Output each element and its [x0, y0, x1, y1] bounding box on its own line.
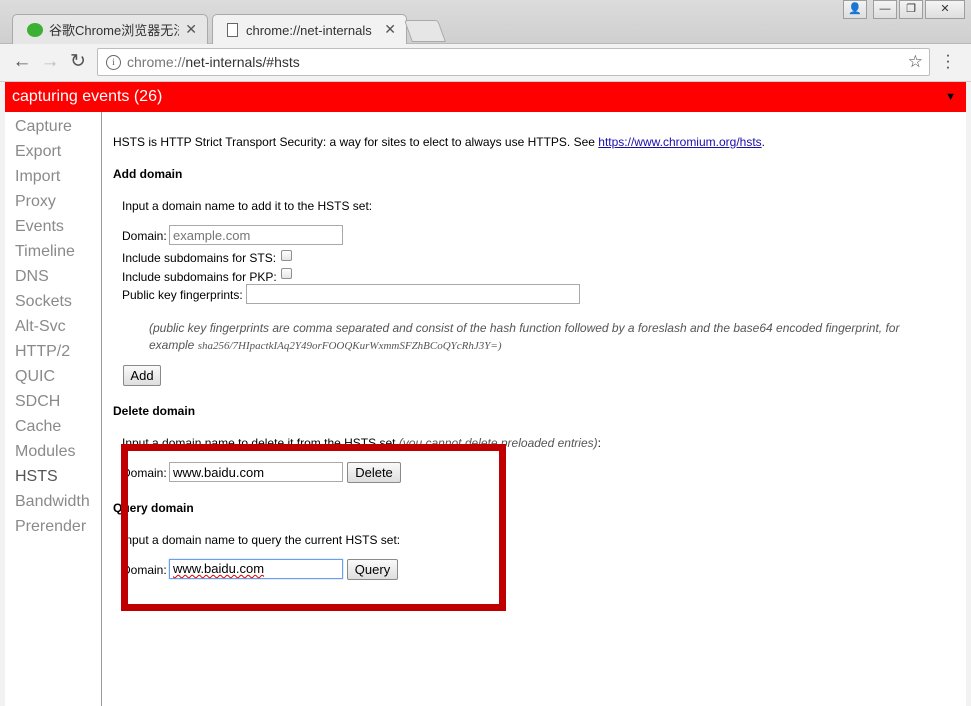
forward-icon[interactable]: → — [39, 51, 61, 73]
capture-status-bar[interactable]: capturing events (26) ▼ — [5, 82, 966, 112]
delete-domain-input[interactable] — [169, 462, 343, 482]
query-domain-label: Domain: — [122, 563, 167, 577]
chromium-hsts-link[interactable]: https://www.chromium.org/hsts — [598, 135, 761, 149]
delete-domain-instruction: Input a domain name to delete it from th… — [122, 436, 601, 450]
fingerprints-note-example: example sha256/7HIpactkIAq2Y49orFOOQKurW… — [149, 338, 502, 352]
dropdown-arrow-icon[interactable]: ▼ — [945, 82, 956, 112]
delete-domain-heading: Delete domain — [113, 404, 196, 418]
add-domain-instruction: Input a domain name to add it to the HST… — [122, 199, 373, 213]
sidebar-item-events[interactable]: Events — [15, 218, 64, 236]
tab-title: chrome://net-internals — [246, 22, 372, 38]
add-domain-input[interactable] — [169, 225, 343, 245]
fingerprints-note: (public key fingerprints are comma separ… — [149, 321, 900, 335]
wechat-icon — [27, 22, 43, 37]
add-button[interactable]: Add — [123, 365, 161, 386]
sidebar-item-bandwidth[interactable]: Bandwidth — [15, 493, 90, 511]
sidebar-item-capture[interactable]: Capture — [15, 118, 72, 136]
sidebar-item-sdch[interactable]: SDCH — [15, 393, 60, 411]
query-domain-heading: Query domain — [113, 501, 194, 515]
sidebar-item-quic[interactable]: QUIC — [15, 368, 55, 386]
add-domain-label: Domain: — [122, 229, 167, 243]
sidebar-item-import[interactable]: Import — [15, 168, 60, 186]
menu-icon[interactable]: · · · — [941, 46, 955, 75]
sidebar-item-sockets[interactable]: Sockets — [15, 293, 72, 311]
sidebar-item-timeline[interactable]: Timeline — [15, 243, 75, 261]
delete-domain-label: Domain: — [122, 466, 167, 480]
hsts-intro: HSTS is HTTP Strict Transport Security: … — [113, 135, 766, 149]
pkp-subdomains-checkbox[interactable] — [281, 268, 292, 279]
info-icon[interactable]: i — [106, 55, 121, 70]
url-text: chrome://net-internals/#hsts — [127, 54, 300, 70]
new-tab-button[interactable] — [403, 20, 447, 42]
restore-icon[interactable]: ❐ — [899, 0, 923, 19]
close-icon[interactable]: ✕ — [925, 0, 965, 19]
user-icon[interactable]: 👤 — [843, 0, 867, 19]
close-tab-icon[interactable]: ✕ — [185, 21, 197, 38]
sidebar: Capture Export Import Proxy Events Timel… — [5, 112, 102, 706]
window-frame-right — [966, 82, 971, 706]
reload-icon[interactable]: ↻ — [67, 51, 89, 73]
sidebar-item-export[interactable]: Export — [15, 143, 61, 161]
sidebar-item-hsts[interactable]: HSTS — [15, 468, 58, 486]
fingerprints-input[interactable] — [246, 284, 580, 304]
close-tab-icon[interactable]: ✕ — [384, 21, 396, 38]
pkp-subdomains-label: Include subdomains for PKP: — [122, 270, 277, 284]
delete-button[interactable]: Delete — [347, 462, 401, 483]
address-bar[interactable]: i chrome://net-internals/#hsts ☆ — [97, 48, 930, 76]
sidebar-item-http2[interactable]: HTTP/2 — [15, 343, 70, 361]
status-text: capturing events (26) — [12, 88, 163, 105]
tab-net-internals[interactable]: chrome://net-internals ✕ — [212, 14, 407, 45]
tab-baidu-article[interactable]: 谷歌Chrome浏览器无法 ✕ — [12, 14, 208, 44]
minimize-icon[interactable]: — — [873, 0, 897, 19]
browser-toolbar: ← → ↻ i chrome://net-internals/#hsts ☆ ·… — [0, 44, 971, 82]
fingerprint-example-value: sha256/7HIpactkIAq2Y49orFOOQKurWxmmSFZhB… — [197, 340, 502, 352]
fingerprints-label: Public key fingerprints: — [122, 288, 243, 302]
query-domain-instruction: Input a domain name to query the current… — [122, 533, 401, 547]
sidebar-item-modules[interactable]: Modules — [15, 443, 75, 461]
add-domain-heading: Add domain — [113, 167, 183, 181]
page-icon — [227, 23, 238, 37]
sidebar-item-cache[interactable]: Cache — [15, 418, 61, 436]
sts-subdomains-checkbox[interactable] — [281, 250, 292, 261]
query-button[interactable]: Query — [347, 559, 398, 580]
tab-title: 谷歌Chrome浏览器无法 — [49, 23, 179, 38]
back-icon[interactable]: ← — [11, 51, 33, 73]
bookmark-star-icon[interactable]: ☆ — [908, 52, 923, 72]
query-domain-input[interactable]: www.baidu.com — [169, 559, 343, 579]
sts-subdomains-label: Include subdomains for STS: — [122, 251, 277, 265]
sidebar-item-proxy[interactable]: Proxy — [15, 193, 56, 211]
sidebar-item-prerender[interactable]: Prerender — [15, 518, 86, 536]
sidebar-item-dns[interactable]: DNS — [15, 268, 49, 286]
sidebar-item-alt-svc[interactable]: Alt-Svc — [15, 318, 66, 336]
title-bar: 谷歌Chrome浏览器无法 ✕ chrome://net-internals ✕… — [0, 0, 971, 45]
